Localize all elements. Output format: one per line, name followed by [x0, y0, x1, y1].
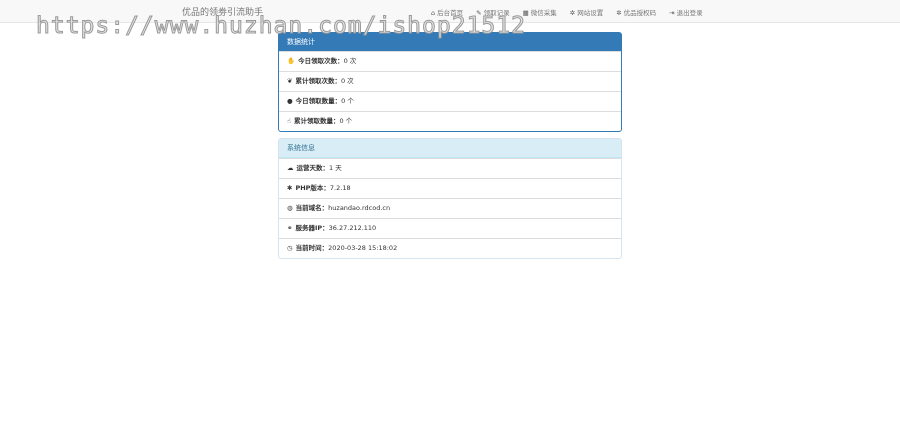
info-row: ☁ 运营天数：1 天	[279, 158, 621, 178]
nav-label: 领取记录	[483, 9, 510, 17]
stat-row: ☝ 累计领取数量：0 个	[279, 111, 621, 131]
info-label: 当前域名：	[295, 204, 329, 212]
nav-label: 微信采集	[530, 9, 557, 17]
info-value: huzandao.rdcod.cn	[328, 204, 391, 212]
hand-icon: ✋	[287, 57, 296, 65]
stat-label: 今日领取次数：	[298, 57, 344, 65]
info-label: 运营天数：	[296, 164, 330, 172]
info-value: 2020-03-28 15:18:02	[328, 244, 398, 252]
info-row: ⚭ 服务器IP：36.27.212.110	[279, 218, 621, 238]
system-panel: 系统信息 ☁ 运营天数：1 天 ✱ PHP版本：7.2.18 ◍ 当前域名：huzan…	[278, 138, 622, 259]
nav-label: 退出登录	[676, 9, 703, 17]
info-label: 服务器IP：	[295, 224, 329, 232]
stat-value: 0 个	[341, 97, 354, 105]
panel-title: 数据统计	[279, 33, 621, 51]
stat-label: 今日领取数量：	[295, 97, 342, 105]
home-icon: ⌂	[431, 9, 436, 17]
stat-label: 累计领取次数：	[295, 77, 341, 85]
stats-panel: 数据统计 ✋ 今日领取次数：0 次 ❦ 累计领取次数：0 次 ● 今日领取数量：0 个…	[278, 32, 622, 132]
gear-icon: ✲	[616, 9, 622, 17]
globe-icon: ◍	[287, 204, 293, 212]
logout-icon: ⇥	[669, 9, 675, 17]
nav-home[interactable]: ⌂ 后台首页	[431, 7, 463, 17]
tint-icon: ●	[287, 97, 293, 105]
stat-row: ❦ 累计领取次数：0 次	[279, 71, 621, 91]
info-label: PHP版本：	[295, 184, 330, 192]
stat-row: ● 今日领取数量：0 个	[279, 91, 621, 111]
cloud-icon: ☁	[287, 164, 294, 172]
navbar: 优品的领劵引流助手 ⌂ 后台首页 ✎ 领取记录 ▦ 微信采集 ✲ 网站设置 ✲ 优品授权码…	[0, 0, 900, 23]
info-value: 7.2.18	[329, 184, 351, 192]
paperclip-icon: ⚭	[287, 224, 293, 232]
stat-row: ✋ 今日领取次数：0 次	[279, 51, 621, 71]
nav-auth-code[interactable]: ✲ 优品授权码	[616, 7, 656, 17]
nav-logout[interactable]: ⇥ 退出登录	[669, 7, 702, 17]
nav-label: 后台首页	[437, 9, 464, 17]
stat-label: 累计领取数量：	[293, 117, 340, 125]
nav-records[interactable]: ✎ 领取记录	[476, 7, 509, 17]
clock-icon: ◷	[287, 244, 293, 252]
hand-point-icon: ☝	[287, 117, 291, 125]
gear-icon: ✲	[569, 9, 576, 17]
nav-wechat-collect[interactable]: ▦ 微信采集	[523, 7, 557, 17]
info-label: 当前时间：	[295, 244, 329, 252]
stat-value: 0 次	[340, 77, 354, 85]
leaf-icon: ❦	[287, 77, 293, 85]
grid-icon: ▦	[522, 9, 529, 17]
stat-value: 0 个	[339, 117, 353, 125]
asterisk-icon: ✱	[287, 184, 293, 192]
info-row: ✱ PHP版本：7.2.18	[279, 178, 621, 198]
info-row: ◍ 当前域名：huzandao.rdcod.cn	[279, 198, 621, 218]
nav-label: 网站设置	[577, 9, 604, 17]
info-value: 1 天	[329, 164, 342, 172]
pencil-icon: ✎	[476, 9, 482, 17]
nav-menu: ⌂ 后台首页 ✎ 领取记录 ▦ 微信采集 ✲ 网站设置 ✲ 优品授权码 ⇥ 退出登录	[431, 7, 703, 17]
info-value: 36.27.212.110	[328, 224, 377, 232]
nav-site-settings[interactable]: ✲ 网站设置	[570, 7, 603, 17]
panel-title: 系统信息	[279, 139, 621, 158]
brand-title[interactable]: 优品的领劵引流助手	[182, 5, 263, 18]
nav-label: 优品授权码	[623, 9, 657, 17]
stat-value: 0 次	[343, 57, 357, 65]
info-row: ◷ 当前时间：2020-03-28 15:18:02	[279, 238, 621, 258]
